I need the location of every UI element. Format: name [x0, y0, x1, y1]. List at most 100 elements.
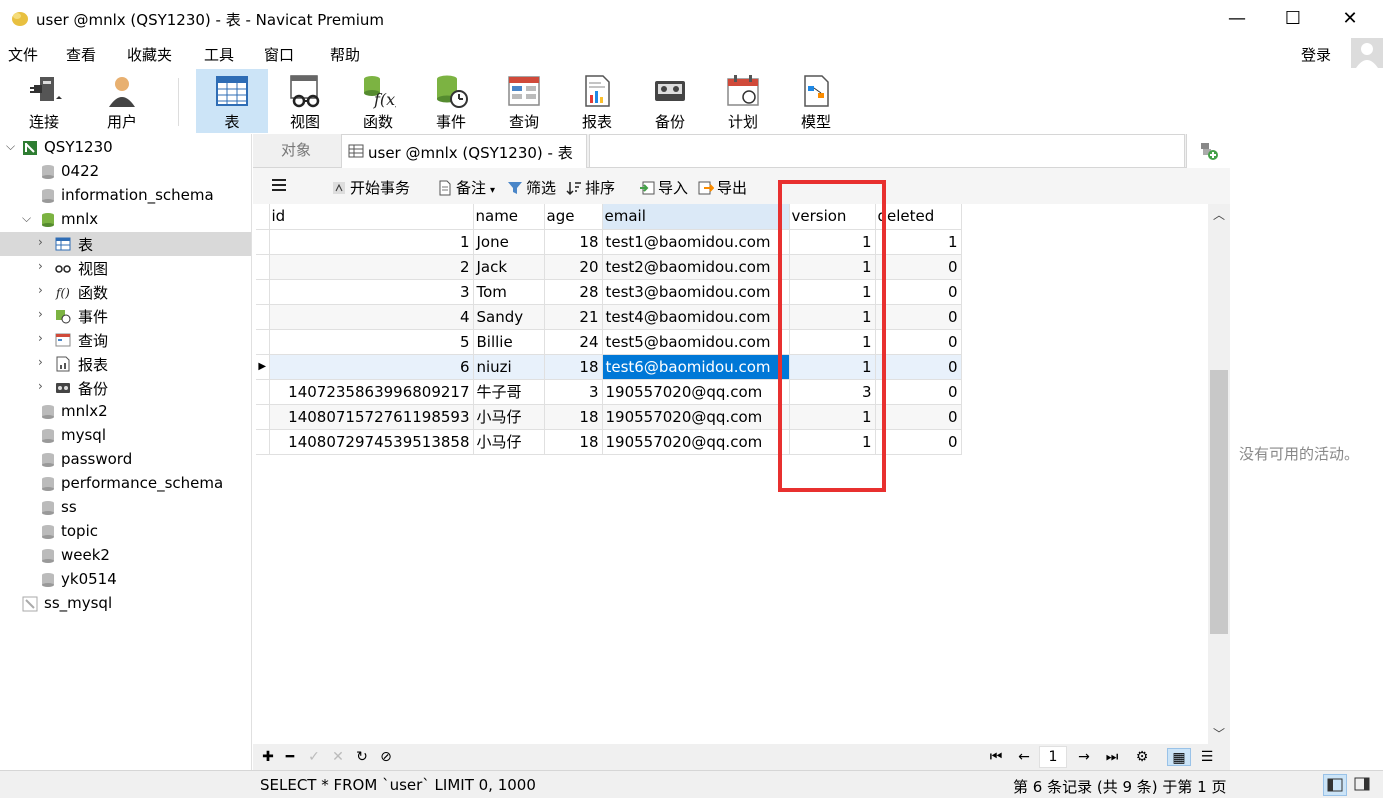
begin-transaction-button[interactable]: 开始事务 [331, 177, 410, 197]
refresh-icon[interactable]: ↻ [353, 748, 371, 766]
cell-age[interactable]: 3 [544, 379, 603, 405]
column-header-id[interactable]: id [269, 204, 474, 230]
column-header-age[interactable]: age [544, 204, 603, 230]
toggle-left-panel-icon[interactable] [1323, 774, 1347, 796]
cell-id[interactable]: 1407235863996809217 [269, 379, 474, 405]
cell-id[interactable]: 4 [269, 304, 474, 330]
cell-id[interactable]: 1408072974539513858 [269, 429, 474, 455]
tree-node-mnlx2[interactable]: mnlx2 [0, 400, 251, 424]
apply-changes-icon[interactable]: ✓ [305, 748, 323, 766]
close-button[interactable]: ✕ [1335, 6, 1365, 32]
row-indicator[interactable] [256, 229, 270, 255]
cell-deleted[interactable]: 0 [875, 379, 962, 405]
discard-changes-icon[interactable]: ✕ [329, 748, 347, 766]
chevron-right-icon[interactable]: › [38, 283, 50, 299]
login-link[interactable]: 登录 [1301, 44, 1331, 65]
scroll-down-icon[interactable]: ﹀ [1208, 725, 1230, 742]
tree-node-mysql[interactable]: mysql [0, 424, 251, 448]
cell-email[interactable]: 190557020@qq.com [602, 429, 790, 455]
menu-window[interactable]: 窗口 [264, 44, 294, 65]
tab-objects[interactable]: 对象 [253, 134, 339, 168]
cell-deleted[interactable]: 0 [875, 404, 962, 430]
cell-id[interactable]: 1 [269, 229, 474, 255]
cell-email[interactable]: 190557020@qq.com [602, 379, 790, 405]
previous-page-icon[interactable]: ← [1015, 748, 1033, 766]
cell-deleted[interactable]: 1 [875, 229, 962, 255]
chevron-right-icon[interactable]: › [38, 355, 50, 371]
cell-email-selected[interactable]: test6@baomidou.com [602, 354, 790, 380]
last-page-icon[interactable]: ⏭ [1103, 748, 1121, 766]
cell-age[interactable]: 28 [544, 279, 603, 305]
cell-name[interactable]: 牛子哥 [473, 379, 545, 405]
row-indicator[interactable] [256, 429, 270, 455]
row-indicator[interactable] [256, 254, 270, 280]
sort-button[interactable]: 排序 [566, 177, 615, 197]
tree-node-functions[interactable]: › f() 函数 [0, 280, 251, 304]
event-button[interactable]: 事件 [415, 69, 487, 133]
schedule-button[interactable]: 计划 [707, 69, 779, 133]
connect-button[interactable]: 连接 [8, 69, 80, 133]
tree-node-reports[interactable]: › 报表 [0, 352, 251, 376]
query-button[interactable]: 查询 [488, 69, 560, 133]
cell-email[interactable]: test1@baomidou.com [602, 229, 790, 255]
filter-button[interactable]: 筛选 [507, 177, 556, 197]
cell-deleted[interactable]: 0 [875, 354, 962, 380]
model-button[interactable]: 模型 [780, 69, 852, 133]
cell-age[interactable]: 24 [544, 329, 603, 355]
cell-email[interactable]: test5@baomidou.com [602, 329, 790, 355]
cell-age[interactable]: 18 [544, 354, 603, 380]
user-button[interactable]: 用户 [86, 69, 158, 133]
cell-name[interactable]: Jack [473, 254, 545, 280]
column-header-name[interactable]: name [473, 204, 545, 230]
column-header-email[interactable]: email [602, 204, 790, 230]
menu-tools[interactable]: 工具 [204, 44, 234, 65]
row-indicator[interactable] [256, 304, 270, 330]
cell-id[interactable]: 5 [269, 329, 474, 355]
cell-name[interactable]: 小马仔 [473, 404, 545, 430]
tree-node-qsy1230[interactable]: ⌵ QSY1230 [0, 136, 251, 160]
cell-email[interactable]: test4@baomidou.com [602, 304, 790, 330]
cell-deleted[interactable]: 0 [875, 429, 962, 455]
menu-favorites[interactable]: 收藏夹 [127, 44, 172, 65]
row-indicator[interactable] [256, 329, 270, 355]
cell-age[interactable]: 18 [544, 229, 603, 255]
menu-help[interactable]: 帮助 [330, 44, 360, 65]
toggle-right-panel-icon[interactable] [1351, 774, 1375, 796]
tree-node-performance-schema[interactable]: performance_schema [0, 472, 251, 496]
form-view-icon[interactable]: ☰ [1195, 748, 1219, 766]
cell-name[interactable]: Jone [473, 229, 545, 255]
cell-id[interactable]: 2 [269, 254, 474, 280]
cell-id[interactable]: 1408071572761198593 [269, 404, 474, 430]
chevron-right-icon[interactable]: › [38, 235, 50, 251]
row-indicator[interactable] [256, 279, 270, 305]
tree-node-events[interactable]: › 事件 [0, 304, 251, 328]
cell-name[interactable]: niuzi [473, 354, 545, 380]
cell-age[interactable]: 18 [544, 404, 603, 430]
tree-node-queries[interactable]: › 查询 [0, 328, 251, 352]
current-row-indicator-icon[interactable]: ▶ [256, 354, 270, 380]
cell-email[interactable]: test2@baomidou.com [602, 254, 790, 280]
tree-node-information-schema[interactable]: information_schema [0, 184, 251, 208]
column-header-deleted[interactable]: deleted [875, 204, 962, 230]
chevron-right-icon[interactable]: › [38, 307, 50, 323]
chevron-right-icon[interactable]: › [38, 379, 50, 395]
next-page-icon[interactable]: → [1075, 748, 1093, 766]
cell-deleted[interactable]: 0 [875, 254, 962, 280]
new-tab-button[interactable] [1186, 134, 1230, 168]
tree-node-week2[interactable]: week2 [0, 544, 251, 568]
cell-age[interactable]: 20 [544, 254, 603, 280]
export-button[interactable]: 导出 [698, 177, 747, 197]
scrollbar-thumb[interactable] [1210, 370, 1228, 634]
tree-node-password[interactable]: password [0, 448, 251, 472]
chevron-right-icon[interactable]: › [38, 331, 50, 347]
cell-id[interactable]: 3 [269, 279, 474, 305]
import-button[interactable]: 导入 [639, 177, 688, 197]
cell-deleted[interactable]: 0 [875, 329, 962, 355]
chevron-right-icon[interactable]: › [38, 259, 50, 275]
cell-id[interactable]: 6 [269, 354, 474, 380]
delete-record-icon[interactable]: ━ [281, 748, 299, 766]
row-indicator[interactable] [256, 404, 270, 430]
stop-icon[interactable]: ⊘ [377, 748, 395, 766]
maximize-button[interactable]: ☐ [1278, 6, 1308, 32]
chevron-down-icon[interactable]: ⌵ [22, 211, 34, 227]
